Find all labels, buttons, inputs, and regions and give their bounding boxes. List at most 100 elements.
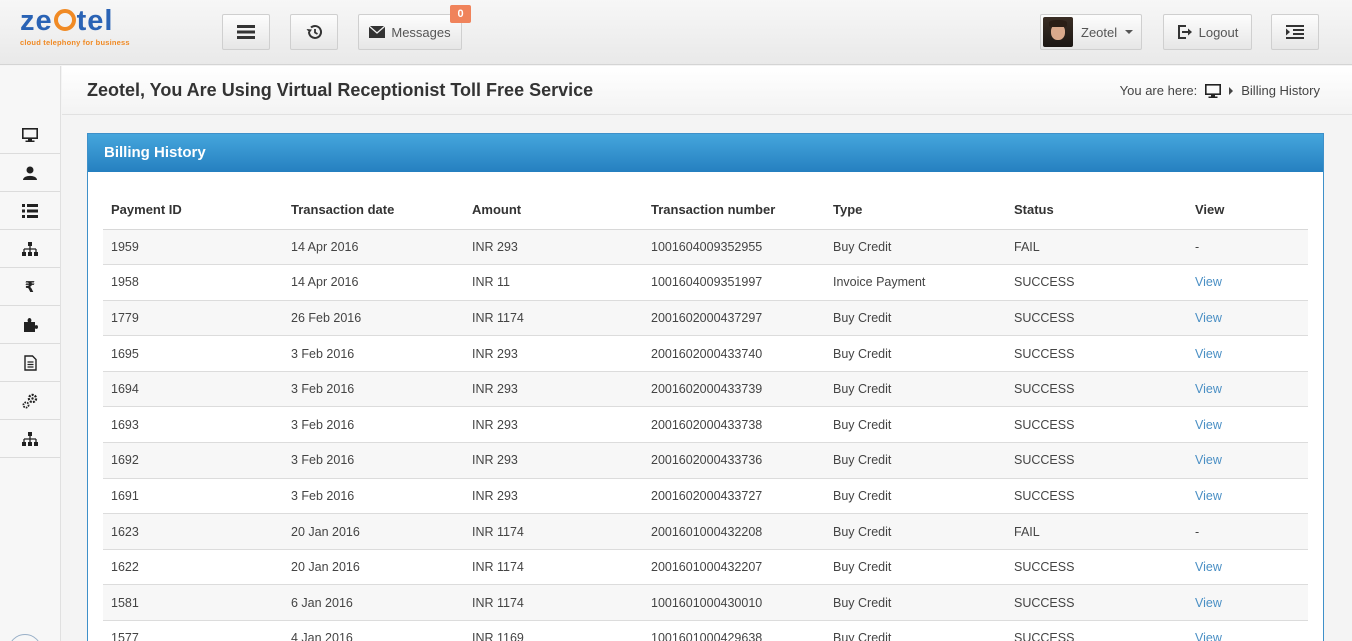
amount-cell: INR 1174 bbox=[464, 513, 643, 550]
sidebar-item-billing[interactable]: ₹ bbox=[0, 268, 60, 306]
messages-button[interactable]: Messages 0 bbox=[358, 5, 471, 50]
column-header: View bbox=[1187, 191, 1308, 230]
type-cell: Buy Credit bbox=[825, 300, 1006, 337]
right-panel-toggle-button[interactable] bbox=[1271, 14, 1319, 50]
puzzle-icon bbox=[23, 318, 38, 332]
view-link[interactable]: View bbox=[1195, 596, 1222, 610]
payment-id-cell: 1779 bbox=[103, 300, 283, 337]
status-cell: SUCCESS bbox=[1006, 549, 1187, 586]
caret-right-icon bbox=[1229, 86, 1234, 95]
document-icon bbox=[23, 354, 37, 371]
page-header: Zeotel, You Are Using Virtual Receptioni… bbox=[62, 66, 1352, 115]
sidebar-item-settings[interactable] bbox=[0, 382, 60, 420]
transaction-number-cell: 2001602000433736 bbox=[643, 442, 825, 479]
transaction-date-cell: 20 Jan 2016 bbox=[283, 513, 464, 550]
zeotel-logo[interactable]: ze tel cloud telephony for business bbox=[20, 6, 140, 56]
logo-o-ring bbox=[53, 9, 76, 31]
chat-launcher-icon[interactable] bbox=[8, 634, 42, 641]
view-link[interactable]: View bbox=[1195, 418, 1222, 432]
view-cell: - bbox=[1187, 513, 1308, 550]
type-cell: Buy Credit bbox=[825, 513, 1006, 550]
sidebar-item-addons[interactable] bbox=[0, 306, 60, 344]
table-row: 1692 3 Feb 2016 INR 293 2001602000433736 Buy… bbox=[103, 442, 1308, 479]
view-link[interactable]: View bbox=[1195, 382, 1222, 396]
view-cell: View bbox=[1187, 620, 1308, 641]
sidebar-item-documents[interactable] bbox=[0, 344, 60, 382]
view-link[interactable]: View bbox=[1195, 275, 1222, 289]
indent-icon bbox=[1286, 25, 1304, 39]
gears-icon bbox=[22, 393, 38, 408]
panel-title: Billing History bbox=[88, 134, 1323, 172]
type-cell: Buy Credit bbox=[825, 549, 1006, 586]
status-cell: SUCCESS bbox=[1006, 442, 1187, 479]
view-link[interactable]: View bbox=[1195, 453, 1222, 467]
logout-button[interactable]: Logout bbox=[1163, 14, 1252, 50]
transaction-number-cell: 1001601000430010 bbox=[643, 584, 825, 622]
monitor-icon bbox=[22, 127, 38, 142]
sidebar-item-dashboard[interactable] bbox=[0, 116, 60, 154]
table-row: 1581 6 Jan 2016 INR 1174 1001601000430010 Bu… bbox=[103, 584, 1308, 622]
status-cell: FAIL bbox=[1006, 229, 1187, 266]
sitemap-icon bbox=[22, 431, 38, 446]
billing-table: Payment ID Transaction date Amount Trans… bbox=[103, 191, 1308, 641]
sidebar-item-list[interactable] bbox=[0, 192, 60, 230]
transaction-date-cell: 4 Jan 2016 bbox=[283, 620, 464, 641]
sidebar-item-network[interactable] bbox=[0, 420, 60, 458]
view-link[interactable]: View bbox=[1195, 311, 1222, 325]
transaction-number-cell: 1001601000429638 bbox=[643, 620, 825, 641]
transaction-date-cell: 26 Feb 2016 bbox=[283, 300, 464, 337]
amount-cell: INR 293 bbox=[464, 335, 643, 372]
amount-cell: INR 11 bbox=[464, 264, 643, 301]
sidebar-item-profile[interactable] bbox=[0, 154, 60, 192]
status-cell: SUCCESS bbox=[1006, 300, 1187, 337]
column-header: Type bbox=[825, 191, 1006, 230]
billing-history-panel: Billing History Payment ID Transaction d… bbox=[87, 133, 1324, 641]
table-row: 1691 3 Feb 2016 INR 293 2001602000433727 Buy… bbox=[103, 478, 1308, 515]
avatar bbox=[1043, 17, 1073, 47]
view-link[interactable]: View bbox=[1195, 347, 1222, 361]
type-cell: Buy Credit bbox=[825, 335, 1006, 372]
payment-id-cell: 1692 bbox=[103, 442, 283, 479]
caret-down-icon bbox=[1125, 30, 1134, 34]
payment-id-cell: 1958 bbox=[103, 264, 283, 301]
messages-label: Messages bbox=[391, 24, 451, 40]
transaction-date-cell: 14 Apr 2016 bbox=[283, 229, 464, 266]
transaction-number-cell: 2001602000433739 bbox=[643, 371, 825, 408]
user-name: Zeotel bbox=[1081, 24, 1118, 40]
amount-cell: INR 293 bbox=[464, 478, 643, 515]
payment-id-cell: 1581 bbox=[103, 584, 283, 622]
view-link[interactable]: View bbox=[1195, 631, 1222, 641]
payment-id-cell: 1577 bbox=[103, 620, 283, 641]
logo-wordmark: ze tel bbox=[20, 6, 140, 36]
transaction-date-cell: 3 Feb 2016 bbox=[283, 335, 464, 372]
user-menu-button[interactable]: Zeotel bbox=[1040, 14, 1142, 50]
view-link[interactable]: View bbox=[1195, 489, 1222, 503]
status-cell: FAIL bbox=[1006, 513, 1187, 550]
type-cell: Buy Credit bbox=[825, 620, 1006, 641]
amount-cell: INR 1169 bbox=[464, 620, 643, 641]
table-row: 1695 3 Feb 2016 INR 293 2001602000433740 Buy… bbox=[103, 335, 1308, 372]
table-row: 1577 4 Jan 2016 INR 1169 1001601000429638 Bu… bbox=[103, 620, 1308, 641]
column-header: Amount bbox=[464, 191, 643, 230]
status-cell: SUCCESS bbox=[1006, 584, 1187, 622]
sidebar-item-hierarchy[interactable] bbox=[0, 230, 60, 268]
status-cell: SUCCESS bbox=[1006, 335, 1187, 372]
status-cell: SUCCESS bbox=[1006, 406, 1187, 444]
table-header-row: Payment ID Transaction date Amount Trans… bbox=[103, 191, 1308, 230]
type-cell: Buy Credit bbox=[825, 478, 1006, 515]
logo-text-post: tel bbox=[76, 5, 114, 37]
rupee-icon: ₹ bbox=[24, 277, 36, 296]
amount-cell: INR 293 bbox=[464, 442, 643, 479]
sign-out-icon bbox=[1177, 25, 1192, 39]
menu-toggle-button[interactable] bbox=[222, 14, 270, 50]
type-cell: Buy Credit bbox=[825, 406, 1006, 444]
monitor-icon[interactable] bbox=[1205, 83, 1222, 98]
transaction-number-cell: 1001604009352955 bbox=[643, 229, 825, 266]
view-link[interactable]: View bbox=[1195, 560, 1222, 574]
transaction-date-cell: 3 Feb 2016 bbox=[283, 406, 464, 444]
history-button[interactable] bbox=[290, 14, 338, 50]
transaction-date-cell: 14 Apr 2016 bbox=[283, 264, 464, 301]
amount-cell: INR 1174 bbox=[464, 584, 643, 622]
transaction-number-cell: 2001602000433740 bbox=[643, 335, 825, 372]
payment-id-cell: 1959 bbox=[103, 229, 283, 266]
